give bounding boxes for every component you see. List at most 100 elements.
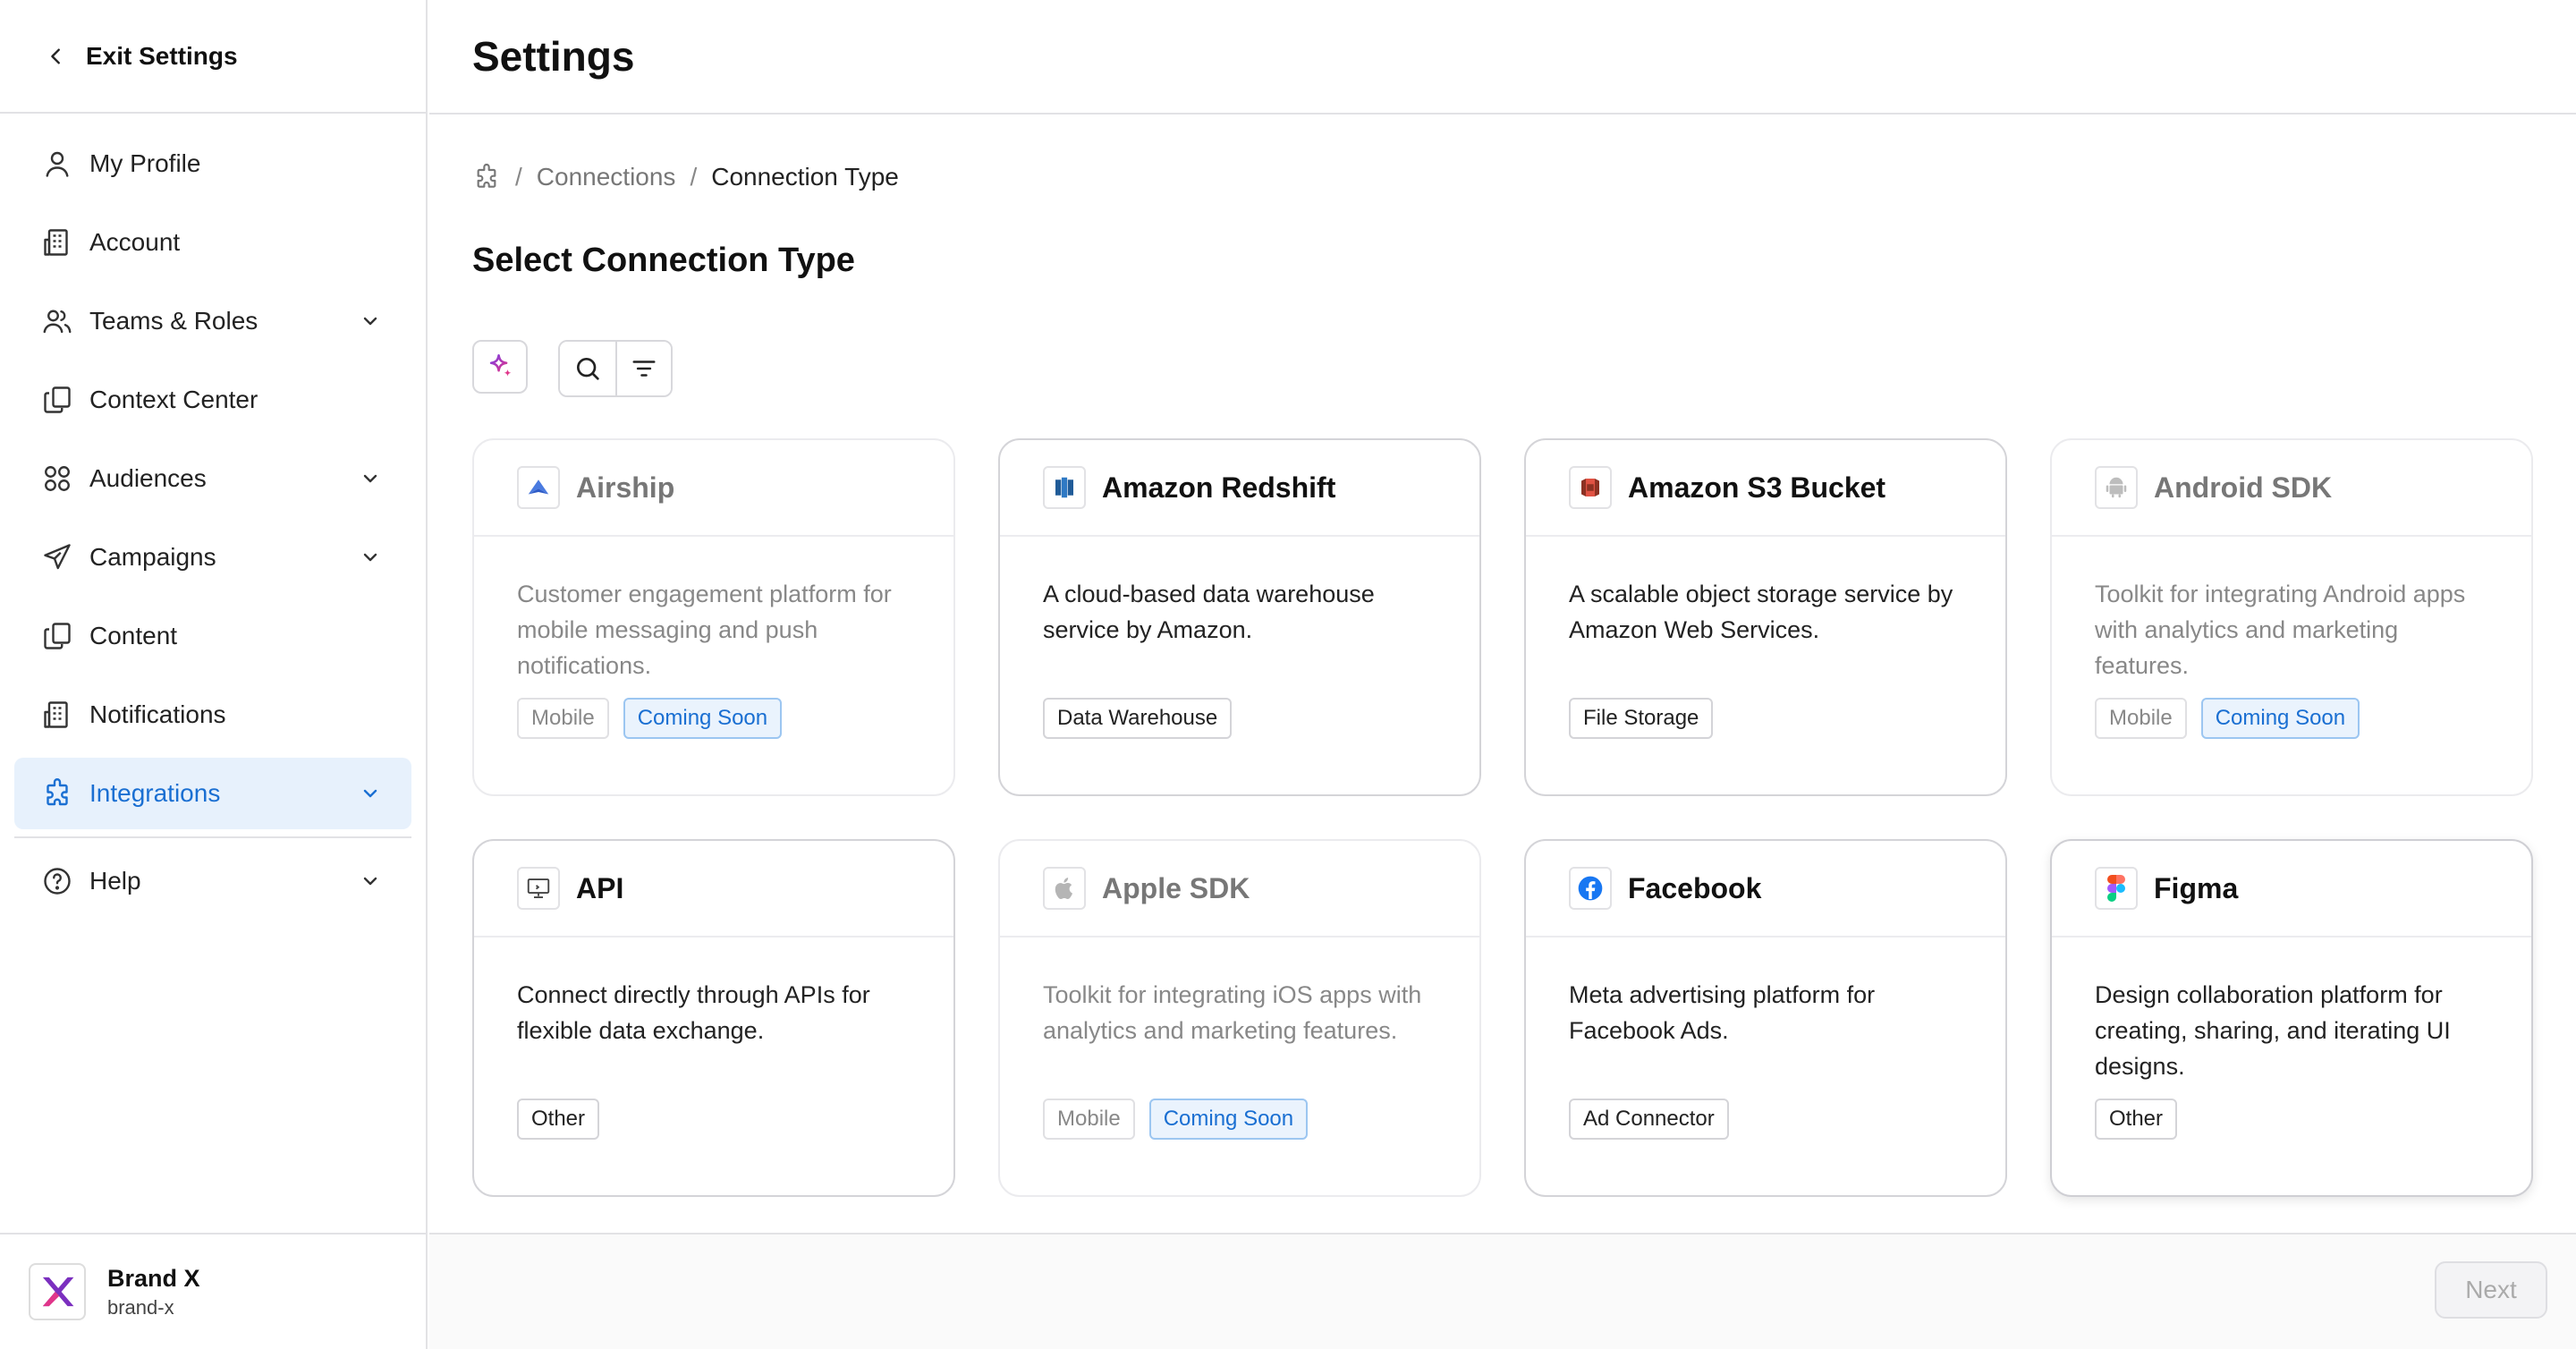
send-icon [41, 541, 73, 573]
sparkle-icon [485, 352, 515, 382]
chevron-down-icon [360, 310, 381, 332]
sidebar-item-campaigns[interactable]: Campaigns [14, 522, 411, 593]
page-title: Settings [472, 33, 635, 80]
next-button[interactable]: Next [2435, 1261, 2547, 1319]
sidebar-item-integrations[interactable]: Integrations [14, 758, 411, 829]
card-header: API [474, 841, 953, 938]
filter-icon [631, 355, 657, 382]
toolbar [472, 340, 673, 397]
chevron-down-icon [360, 783, 381, 804]
sidebar-item-notifications[interactable]: Notifications [14, 679, 411, 751]
apple-logo-icon [1043, 867, 1086, 910]
ai-assist-button[interactable] [472, 340, 528, 394]
sidebar-item-teams-roles[interactable]: Teams & Roles [14, 285, 411, 357]
search-icon [573, 354, 602, 383]
brand-switcher[interactable]: Brand X brand-x [0, 1233, 426, 1349]
sidebar-item-audiences[interactable]: Audiences [14, 443, 411, 514]
copy-icon [41, 384, 73, 416]
connection-card-facebook[interactable]: Facebook Meta advertising platform for F… [1524, 839, 2007, 1197]
card-title: Airship [576, 471, 675, 504]
page-header: Settings [429, 0, 2576, 115]
breadcrumb-connections[interactable]: Connections [537, 163, 676, 191]
breadcrumb-separator: / [690, 163, 698, 191]
card-header: Airship [474, 440, 953, 537]
card-tags: Data Warehouse [1000, 698, 1479, 739]
card-tags: File Storage [1526, 698, 2005, 739]
search-button[interactable] [560, 342, 615, 395]
card-tags: Mobile Coming Soon [1000, 1099, 1479, 1140]
main-content: Settings / Connections / Connection Type… [429, 0, 2576, 1349]
building-icon [41, 699, 73, 731]
sidebar-item-label: Integrations [89, 779, 221, 807]
help-circle-icon [41, 865, 73, 897]
connection-card-android-sdk[interactable]: Android SDK Toolkit for integrating Andr… [2050, 438, 2533, 796]
puzzle-icon[interactable] [472, 163, 501, 191]
puzzle-icon [41, 777, 73, 810]
card-body: Customer engagement platform for mobile … [474, 537, 953, 698]
sidebar-item-label: My Profile [89, 149, 201, 177]
card-description: Connect directly through APIs for flexib… [517, 981, 870, 1044]
sidebar-item-label: Account [89, 228, 181, 256]
card-title: Figma [2154, 871, 2239, 904]
connection-card-api[interactable]: API Connect directly through APIs for fl… [472, 839, 955, 1197]
breadcrumb-separator: / [515, 163, 522, 191]
building-icon [41, 226, 73, 259]
nav-divider [14, 836, 411, 838]
android-logo-icon [2095, 466, 2138, 509]
card-title: Facebook [1628, 871, 1762, 904]
connection-card-amazon-s3-bucket[interactable]: Amazon S3 Bucket A scalable object stora… [1524, 438, 2007, 796]
chevron-down-icon [360, 870, 381, 892]
card-body: Toolkit for integrating iOS apps with an… [1000, 938, 1479, 1099]
sidebar-item-account[interactable]: Account [14, 207, 411, 278]
card-description: Customer engagement platform for mobile … [517, 581, 892, 679]
card-tags: Mobile Coming Soon [474, 698, 953, 739]
sidebar-item-context-center[interactable]: Context Center [14, 364, 411, 436]
coming-soon-badge: Coming Soon [2200, 698, 2360, 739]
card-header: Amazon Redshift [1000, 440, 1479, 537]
audiences-icon [41, 462, 73, 495]
sidebar-item-label: Content [89, 622, 178, 649]
card-description: A cloud-based data warehouse service by … [1043, 581, 1375, 643]
api-logo-icon [517, 867, 560, 910]
card-title: API [576, 871, 624, 904]
sidebar-item-label: Campaigns [89, 543, 216, 571]
search-filter-group [558, 340, 673, 397]
card-tags: Other [2052, 1099, 2531, 1140]
sidebar-item-label: Teams & Roles [89, 307, 258, 335]
sidebar-item-label: Notifications [89, 700, 226, 728]
tag-badge: Other [517, 1099, 600, 1140]
filter-button[interactable] [615, 342, 671, 395]
card-description: Design collaboration platform for creati… [2095, 981, 2451, 1080]
sidebar-item-help[interactable]: Help [14, 845, 411, 917]
users-icon [41, 305, 73, 337]
brand-name: Brand X [107, 1264, 200, 1292]
card-header: Amazon S3 Bucket [1526, 440, 2005, 537]
card-body: Design collaboration platform for creati… [2052, 938, 2531, 1099]
sidebar-item-label: Help [89, 867, 141, 895]
connection-card-airship[interactable]: Airship Customer engagement platform for… [472, 438, 955, 796]
card-description: Toolkit for integrating iOS apps with an… [1043, 981, 1422, 1044]
card-body: A cloud-based data warehouse service by … [1000, 537, 1479, 698]
card-body: A scalable object storage service by Ama… [1526, 537, 2005, 698]
tag-badge: Mobile [1043, 1099, 1135, 1140]
card-header: Android SDK [2052, 440, 2531, 537]
tag-badge: Data Warehouse [1043, 698, 1233, 739]
card-body: Connect directly through APIs for flexib… [474, 938, 953, 1099]
card-header: Figma [2052, 841, 2531, 938]
card-title: Amazon Redshift [1102, 471, 1336, 504]
exit-settings-label: Exit Settings [86, 41, 238, 70]
chevron-down-icon [360, 468, 381, 489]
sidebar-item-my-profile[interactable]: My Profile [14, 128, 411, 199]
settings-sidebar: Exit Settings My Profile Account Teams &… [0, 0, 428, 1349]
connection-card-apple-sdk[interactable]: Apple SDK Toolkit for integrating iOS ap… [998, 839, 1481, 1197]
connection-card-figma[interactable]: Figma Design collaboration platform for … [2050, 839, 2533, 1197]
card-title: Android SDK [2154, 471, 2333, 504]
s3-logo-icon [1569, 466, 1612, 509]
settings-nav: My Profile Account Teams & Roles Context… [0, 114, 426, 917]
exit-settings-button[interactable]: Exit Settings [0, 0, 426, 114]
chevron-left-icon [47, 47, 66, 66]
sidebar-item-content[interactable]: Content [14, 600, 411, 672]
card-body: Meta advertising platform for Facebook A… [1526, 938, 2005, 1099]
connection-card-amazon-redshift[interactable]: Amazon Redshift A cloud-based data wareh… [998, 438, 1481, 796]
card-header: Apple SDK [1000, 841, 1479, 938]
